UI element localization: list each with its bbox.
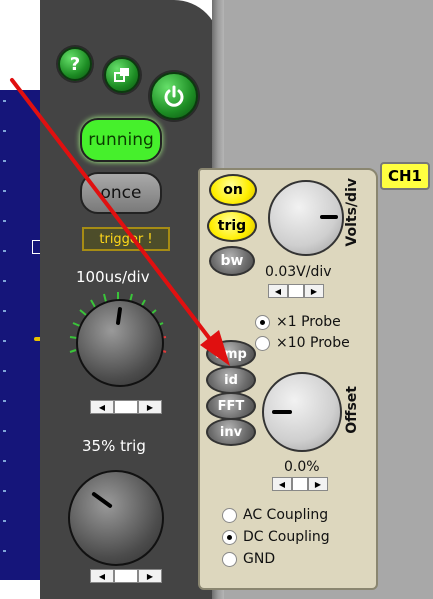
gnd-coupling-label: GND (243, 551, 276, 567)
offset-knob[interactable] (262, 372, 342, 452)
trigger-level-slider[interactable]: ◀ ▶ (90, 569, 162, 583)
probe-x1-option[interactable]: ×1 Probe (255, 314, 341, 330)
timebase-label: 100us/div (76, 268, 150, 286)
volts-per-div-value: 0.03V/div (265, 264, 332, 280)
scope-screen (0, 90, 44, 580)
offset-label: Offset (344, 386, 360, 434)
dc-coupling-label: DC Coupling (243, 529, 330, 545)
channel-id-button[interactable]: id (206, 366, 256, 394)
channel-fft-button[interactable]: FFT (206, 392, 256, 420)
power-button[interactable] (150, 72, 198, 120)
trigger-status-indicator: trigger ! (82, 227, 170, 251)
arrow-left-icon[interactable]: ◀ (268, 284, 288, 298)
probe-x1-radio[interactable] (255, 314, 270, 330)
arrow-right-icon[interactable]: ▶ (138, 400, 162, 414)
channel-inv-button[interactable]: inv (206, 418, 256, 446)
offset-value: 0.0% (284, 459, 320, 475)
timebase-knob[interactable] (76, 299, 164, 387)
arrow-left-icon[interactable]: ◀ (90, 569, 114, 583)
arrow-right-icon[interactable]: ▶ (308, 477, 328, 491)
volts-per-div-label: Volts/div (344, 178, 360, 247)
channel-trig-button[interactable]: trig (207, 210, 257, 242)
arrow-left-icon[interactable]: ◀ (90, 400, 114, 414)
dc-coupling-option[interactable]: DC Coupling (222, 529, 330, 545)
trigger-level-label: 35% trig (82, 437, 146, 455)
arrow-right-icon[interactable]: ▶ (304, 284, 324, 298)
help-button[interactable]: ? (58, 47, 92, 81)
probe-x10-label: ×10 Probe (276, 335, 350, 351)
probe-x10-radio[interactable] (255, 335, 270, 351)
volts-per-div-knob[interactable] (268, 180, 344, 256)
channel-on-button[interactable]: on (209, 174, 257, 206)
channel-amp-button[interactable]: amp (206, 340, 256, 368)
gnd-coupling-radio[interactable] (222, 551, 237, 567)
timebase-slider[interactable]: ◀ ▶ (90, 400, 162, 414)
channel-tab[interactable]: CH1 (380, 162, 430, 190)
probe-x1-label: ×1 Probe (276, 314, 341, 330)
probe-x10-option[interactable]: ×10 Probe (255, 335, 350, 351)
offset-slider[interactable]: ◀ ▶ (272, 477, 328, 491)
arrow-left-icon[interactable]: ◀ (272, 477, 292, 491)
window-icon (114, 68, 129, 82)
window-button[interactable] (104, 57, 140, 93)
power-icon (164, 85, 184, 107)
once-button[interactable]: once (80, 172, 162, 214)
dc-coupling-radio[interactable] (222, 529, 237, 545)
volts-per-div-slider[interactable]: ◀ ▶ (268, 284, 324, 298)
arrow-right-icon[interactable]: ▶ (138, 569, 162, 583)
gnd-coupling-option[interactable]: GND (222, 551, 275, 567)
ac-coupling-option[interactable]: AC Coupling (222, 507, 328, 523)
help-icon: ? (69, 53, 81, 75)
channel-bw-button[interactable]: bw (209, 246, 255, 276)
running-button[interactable]: running (80, 118, 162, 162)
ac-coupling-label: AC Coupling (243, 507, 329, 523)
ac-coupling-radio[interactable] (222, 507, 237, 523)
trigger-level-knob[interactable] (68, 470, 164, 566)
